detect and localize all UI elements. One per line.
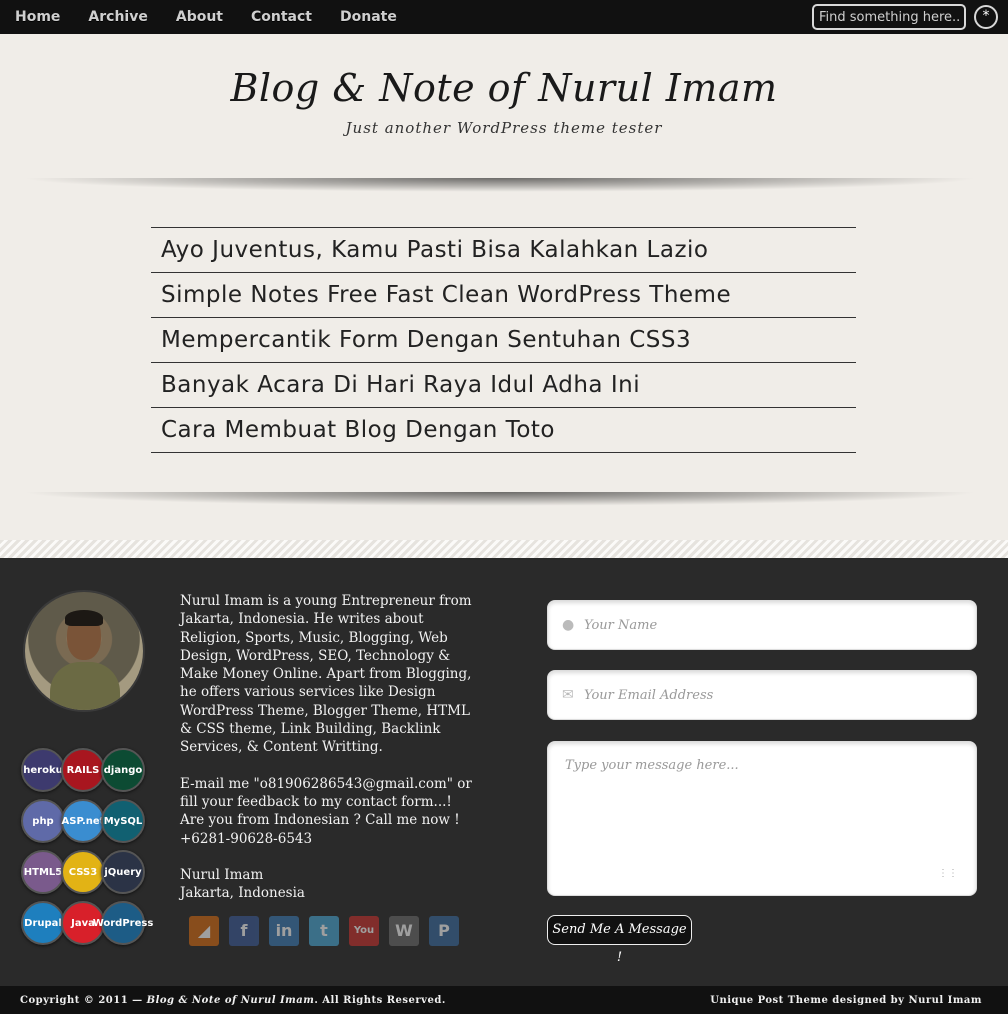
envelope-icon: ✉ xyxy=(562,687,574,703)
tech-badge-jquery: jQuery xyxy=(101,850,145,894)
send-message-button[interactable]: Send Me A Message ! xyxy=(547,915,692,965)
post-title-link[interactable]: Ayo Juventus, Kamu Pasti Bisa Kalahkan L… xyxy=(151,228,856,273)
name-field[interactable]: ● Your Name xyxy=(547,600,977,650)
avatar-shirt xyxy=(50,662,120,710)
site-tagline: Just another WordPress theme tester xyxy=(345,119,663,137)
email-placeholder: Your Email Address xyxy=(584,688,714,703)
wordpress-icon[interactable]: W xyxy=(389,916,419,946)
resize-grip-icon[interactable]: ⋮⋮ xyxy=(938,868,958,879)
email-field[interactable]: ✉ Your Email Address xyxy=(547,670,977,720)
copyright-prefix: Copyright © 2011 — xyxy=(20,995,147,1006)
copyright-suffix: . All Rights Reserved. xyxy=(314,995,446,1006)
user-icon: ● xyxy=(562,617,575,633)
post-title-link[interactable]: Cara Membuat Blog Dengan Toto xyxy=(151,408,856,453)
bio-text: Nurul Imam is a young Entrepreneur from … xyxy=(180,593,472,756)
site-title[interactable]: Blog & Note of Nurul Imam xyxy=(0,66,1008,110)
tech-badge-wordpress: WordPress xyxy=(93,901,153,945)
bottom-bar: Copyright © 2011 — Blog & Note of Nurul … xyxy=(0,986,1008,1014)
linkedin-icon[interactable]: in xyxy=(269,916,299,946)
author-avatar xyxy=(25,592,143,710)
nav-home-link[interactable]: Home xyxy=(15,9,60,25)
post-title-link[interactable]: Mempercantik Form Dengan Sentuhan CSS3 xyxy=(151,318,856,363)
post-title-link[interactable]: Banyak Acara Di Hari Raya Idul Adha Ini xyxy=(151,363,856,408)
avatar-hair xyxy=(65,610,103,626)
tech-badge-rails: RAILS xyxy=(61,748,105,792)
author-name: Nurul Imam xyxy=(180,866,264,883)
theme-credit[interactable]: Unique Post Theme designed by Nurul Imam xyxy=(710,995,982,1006)
message-field[interactable]: Type your message here... ⋮⋮ xyxy=(547,741,977,896)
nav-donate-link[interactable]: Donate xyxy=(340,9,397,25)
top-navigation-bar: Home Archive About Contact Donate * xyxy=(0,0,1008,34)
tech-badge-django: django xyxy=(101,748,145,792)
facebook-icon[interactable]: f xyxy=(229,916,259,946)
header-divider-shadow xyxy=(20,178,980,192)
copyright: Copyright © 2011 — Blog & Note of Nurul … xyxy=(20,995,446,1006)
main-nav: Home Archive About Contact Donate xyxy=(0,0,425,34)
post-title-link[interactable]: Simple Notes Free Fast Clean WordPress T… xyxy=(151,273,856,318)
contact-text: E-mail me "o81906286543@gmail.com" or fi… xyxy=(180,775,472,847)
paypal-icon[interactable]: P xyxy=(429,916,459,946)
social-links: ◢ f in t You W P xyxy=(189,916,469,948)
tech-badge-heroku: heroku xyxy=(21,748,65,792)
twitter-icon[interactable]: t xyxy=(309,916,339,946)
search-box xyxy=(812,4,966,30)
author-bio: Nurul Imam is a young Entrepreneur from … xyxy=(180,592,472,902)
tech-badge-html5: HTML5 xyxy=(21,850,65,894)
message-placeholder: Type your message here... xyxy=(565,758,739,773)
search-button[interactable]: * xyxy=(974,5,998,29)
nav-contact-link[interactable]: Contact xyxy=(251,9,312,25)
tech-badge-asp-net: ASP.net xyxy=(61,799,105,843)
youtube-icon[interactable]: You xyxy=(349,916,379,946)
rss-icon[interactable]: ◢ xyxy=(189,916,219,946)
nav-archive-link[interactable]: Archive xyxy=(88,9,147,25)
content-divider-shadow xyxy=(20,492,980,506)
post-list: Ayo Juventus, Kamu Pasti Bisa Kalahkan L… xyxy=(151,227,856,453)
name-placeholder: Your Name xyxy=(584,618,658,633)
nav-about-link[interactable]: About xyxy=(176,9,223,25)
copyright-site-link[interactable]: Blog & Note of Nurul Imam xyxy=(147,995,315,1006)
tech-badge-drupal: Drupal xyxy=(21,901,65,945)
tech-badge-css3: CSS3 xyxy=(61,850,105,894)
author-location: Jakarta, Indonesia xyxy=(180,885,305,902)
search-input[interactable] xyxy=(812,4,966,30)
footer-stripe-divider xyxy=(0,540,1008,558)
tech-badge-mysql: MySQL xyxy=(101,799,145,843)
tech-badge-php: php xyxy=(21,799,65,843)
